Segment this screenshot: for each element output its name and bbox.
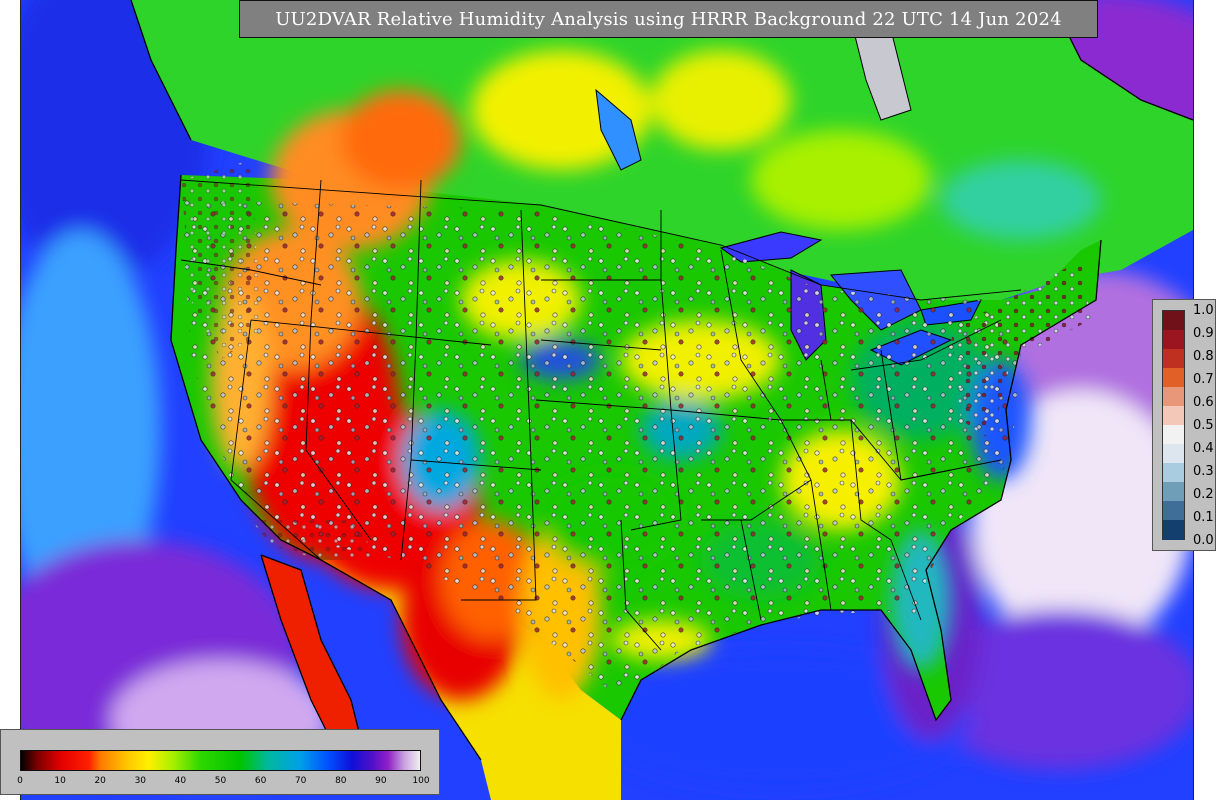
rh-tick-label: 90	[375, 776, 387, 786]
rh-tick-label: 70	[294, 776, 307, 786]
obs-tick-label: 0.6	[1193, 395, 1214, 410]
obs-color-segment	[1163, 349, 1184, 369]
rh-tick-label: 20	[94, 776, 106, 786]
rh-tick-label: 40	[174, 776, 187, 786]
obs-color-segment	[1163, 520, 1184, 540]
rh-analysis-map	[20, 0, 1194, 800]
obs-color-segment	[1163, 311, 1184, 331]
obs-color-segment	[1163, 425, 1184, 445]
rh-tick-label: 0	[17, 776, 23, 786]
relative-humidity-colorbar-scale	[20, 750, 421, 771]
obs-tick-label: 0.0	[1193, 533, 1214, 548]
relative-humidity-colorbar: 0 10 20 30 40 50 60 70 80 90 100	[0, 729, 440, 795]
obs-tick-label: 0.2	[1193, 487, 1214, 502]
obs-tick-label: 0.8	[1193, 349, 1214, 364]
map-canvas	[21, 0, 1193, 800]
rh-tick-label: 30	[134, 776, 147, 786]
obs-color-segment	[1163, 501, 1184, 521]
obs-color-segment	[1163, 330, 1184, 350]
rh-tick-label: 50	[214, 776, 227, 786]
map-title-box: UU2DVAR Relative Humidity Analysis using…	[239, 0, 1098, 38]
rh-tick-label: 10	[54, 776, 66, 786]
obs-tick-label: 0.7	[1193, 372, 1214, 387]
obs-tick-label: 1.0	[1193, 303, 1214, 318]
obs-tick-label: 0.1	[1193, 510, 1214, 525]
obs-color-segment	[1163, 463, 1184, 483]
obs-color-segment	[1163, 406, 1184, 426]
obs-color-segment	[1163, 368, 1184, 388]
rh-tick-label: 60	[254, 776, 267, 786]
map-title: UU2DVAR Relative Humidity Analysis using…	[275, 8, 1062, 30]
obs-color-segment	[1163, 444, 1184, 464]
obs-tick-label: 0.4	[1193, 441, 1214, 456]
obs-tick-label: 0.9	[1193, 326, 1214, 341]
obs-tick-label: 0.5	[1193, 418, 1214, 433]
rh-tick-label: 80	[335, 776, 347, 786]
obs-color-segment	[1163, 482, 1184, 502]
observation-colorbar-scale	[1162, 310, 1185, 540]
rh-tick-label: 100	[412, 776, 430, 786]
obs-tick-label: 0.3	[1193, 464, 1214, 479]
obs-color-segment	[1163, 387, 1184, 407]
observation-colorbar: 1.0 0.9 0.8 0.7 0.6 0.5 0.4 0.3 0.2 0.1 0.0	[1152, 299, 1216, 551]
